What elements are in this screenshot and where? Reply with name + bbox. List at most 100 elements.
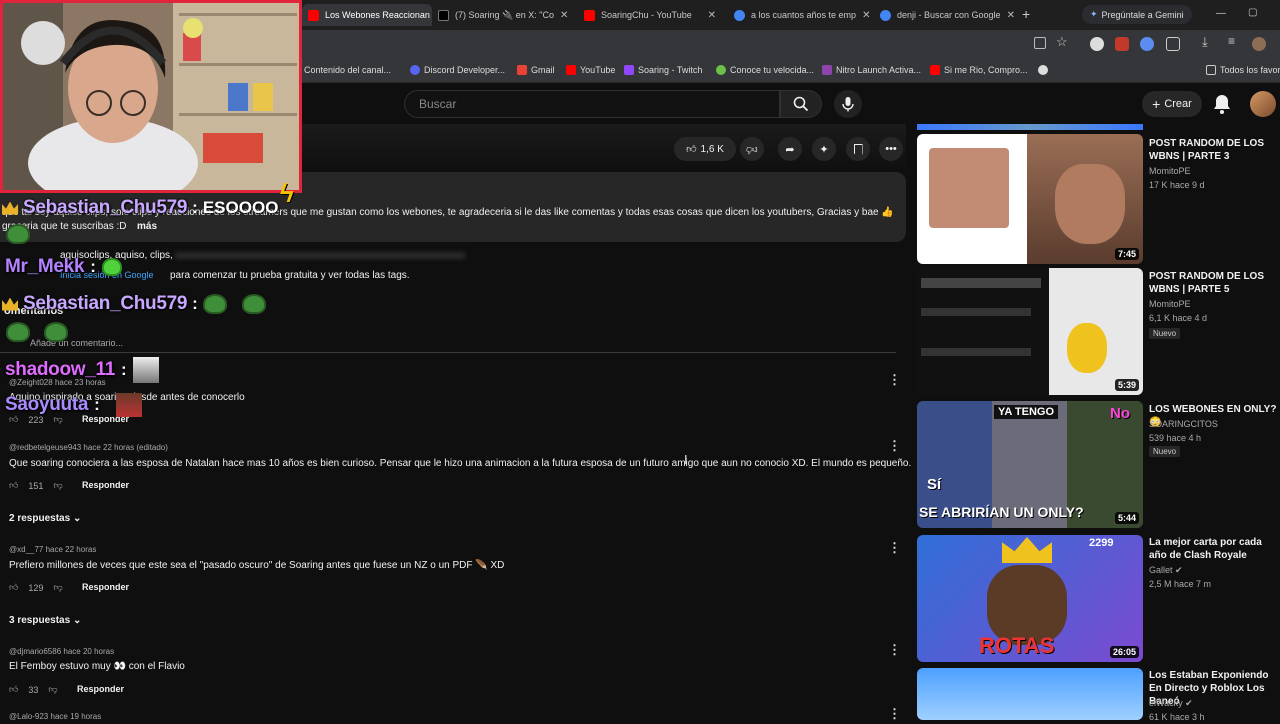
video-title[interactable]: La mejor carta por cada año de Clash Roy… [1149, 536, 1277, 562]
close-tab-icon[interactable]: ✕ [708, 10, 716, 21]
comment-text: Prefiero millones de veces que este sea … [9, 560, 505, 571]
maximize-button[interactable]: ▢ [1248, 7, 1257, 18]
comment-menu-icon[interactable]: ⋮ [888, 438, 901, 454]
channel-name[interactable]: SOARINGCITOS [1149, 418, 1218, 431]
thumbs-up-icon[interactable]: 👍︎ [9, 684, 18, 695]
video-stats: 6,1 K hace 4 d [1149, 313, 1208, 323]
bookmark-item[interactable]: Discord Developer... [410, 63, 505, 77]
bookmark-item[interactable]: Si me Rio, Compro... [930, 63, 1028, 77]
thumbs-down-icon[interactable]: 👎︎ [53, 582, 62, 593]
comment-handle[interactable]: @djmario6586 [9, 647, 61, 656]
bookmark-label: Soaring - Twitch [638, 65, 703, 75]
comment-handle[interactable]: @redbetelgeuse943 [9, 443, 81, 452]
bookmark-folder[interactable]: Todos los favori [1206, 63, 1280, 77]
bookmark-star-icon[interactable]: ☆ [1056, 34, 1068, 50]
create-button[interactable]: + Crear [1142, 91, 1202, 117]
puzzle-icon[interactable] [1166, 37, 1180, 51]
dislike-button[interactable]: 👍︎ [740, 137, 764, 161]
minimize-button[interactable]: — [1216, 8, 1226, 19]
bookmark-label: Contenido del canal... [304, 65, 392, 75]
google-icon [880, 9, 891, 21]
notifications-bell-icon[interactable] [1212, 93, 1232, 115]
thumbnail-text: SE ABRIRÍAN UN ONLY? [919, 504, 1084, 520]
close-tab-icon[interactable]: ✕ [560, 10, 568, 21]
bookmark-item[interactable]: YouTube [566, 63, 615, 77]
new-tab-button[interactable]: + [1022, 6, 1030, 22]
download-icon[interactable]: ⤓ [1202, 34, 1208, 50]
save-button[interactable] [846, 137, 870, 161]
profile-avatar[interactable] [1252, 37, 1266, 51]
video-thumbnail[interactable]: 7:45 [917, 134, 1143, 264]
channel-name[interactable]: MomitoPE [1149, 165, 1191, 178]
voice-search-button[interactable] [834, 90, 862, 118]
video-thumbnail[interactable]: YA TENGO No Sí SE ABRIRÍAN UN ONLY? 5:44 [917, 401, 1143, 528]
comment-menu-icon[interactable]: ⋮ [888, 642, 901, 658]
add-comment-input[interactable]: Añade un comentario... [30, 338, 123, 348]
chevron-down-icon: ⌄ [72, 615, 82, 626]
thumbnail-text: Sí [927, 476, 942, 493]
microphone-icon [842, 97, 854, 112]
channel-name[interactable]: MomitoPE [1149, 298, 1191, 311]
comment-author[interactable]: @djmario6586 hace 20 horas [9, 647, 114, 656]
ask-ai-button[interactable]: ✦ [812, 137, 836, 161]
video-thumbnail[interactable] [917, 668, 1143, 720]
extension-icon[interactable] [1140, 37, 1154, 51]
bookmark-icon [853, 143, 863, 155]
chat-text: ESOOOO [202, 198, 279, 217]
gemini-button[interactable]: ✦ Pregúntale a Gemini [1082, 5, 1192, 24]
channel-name[interactable]: Gallet ✔ [1149, 564, 1183, 577]
tab-soaringchu-youtube[interactable]: SoaringChu - YouTube ✕ [578, 4, 722, 26]
thumbs-down-icon[interactable]: 👎︎ [48, 684, 57, 695]
comment-handle[interactable]: @xd__77 [9, 545, 43, 554]
bookmark-item[interactable]: Nitro Launch Activa... [822, 63, 921, 77]
thumbs-up-icon[interactable]: 👍︎ [9, 582, 18, 593]
bookmark-item[interactable]: Soaring - Twitch [624, 63, 702, 77]
video-thumbnail[interactable]: 5:39 [917, 268, 1143, 395]
close-tab-icon[interactable]: ✕ [862, 10, 870, 21]
replies-label: 2 respuestas [9, 513, 71, 524]
bookmark-item[interactable] [1038, 63, 1048, 77]
reply-button[interactable]: Responder [82, 582, 129, 592]
thumbs-up-icon[interactable]: 👍︎ [9, 480, 18, 491]
video-thumbnail[interactable]: 2299 ROTAS 26:05 [917, 535, 1143, 662]
tab-google-search-1[interactable]: a los cuantos años te emp ✕ [728, 4, 870, 26]
search-button[interactable] [780, 90, 822, 118]
view-replies-button[interactable]: 2 respuestas ⌄ [9, 513, 81, 524]
video-title[interactable]: POST RANDOM DE LOS WBNS | PARTE 5 [1149, 270, 1277, 296]
account-avatar[interactable] [1250, 91, 1276, 117]
close-tab-icon[interactable]: ✕ [1007, 10, 1015, 21]
bookmark-label: Si me Rio, Compro... [944, 65, 1028, 75]
cast-icon[interactable] [1034, 37, 1046, 49]
search-input[interactable]: Buscar [404, 90, 780, 118]
comment-menu-icon[interactable]: ⋮ [888, 540, 901, 556]
show-more-link[interactable]: más [137, 221, 157, 232]
share-button[interactable]: ➦ [778, 137, 802, 161]
video-stats: 17 K hace 9 d [1149, 180, 1205, 190]
streamer-webcam-image [3, 3, 299, 190]
comment-menu-icon[interactable]: ⋮ [888, 372, 901, 388]
reply-button[interactable]: Responder [82, 480, 129, 490]
new-badge: Nuevo [1149, 446, 1181, 457]
extension-icon[interactable] [1115, 37, 1129, 51]
media-icon[interactable]: ≡ [1228, 34, 1235, 48]
tab-label: SoaringChu - YouTube [601, 10, 692, 20]
channel-name[interactable]: elWacky ✔ [1149, 697, 1193, 710]
pepe-emote-icon [44, 322, 68, 342]
tab-webones[interactable]: Los Webones Reaccionan a [302, 4, 432, 26]
tab-google-search-2[interactable]: denji - Buscar con Google ✕ [874, 4, 1018, 26]
like-button[interactable]: 👍︎ 1,6 K [674, 137, 736, 161]
thumbs-down-icon[interactable]: 👎︎ [53, 480, 62, 491]
comment-author[interactable]: @redbetelgeuse943 hace 22 horas (editado… [9, 443, 168, 452]
bookmark-item[interactable]: Gmail [517, 63, 555, 77]
view-replies-button[interactable]: 3 respuestas ⌄ [9, 615, 81, 626]
bookmark-item[interactable]: Conoce tu velocida... [716, 63, 814, 77]
video-title[interactable]: POST RANDOM DE LOS WBNS | PARTE 3 [1149, 137, 1277, 163]
extension-icon[interactable] [1090, 37, 1104, 51]
video-duration: 5:44 [1114, 512, 1139, 524]
bookmark-item[interactable]: Contenido del canal... [304, 63, 391, 77]
video-stats: 61 K hace 3 h [1149, 712, 1205, 722]
comment-author[interactable]: @xd__77 hace 22 horas [9, 545, 96, 554]
reply-button[interactable]: Responder [77, 684, 124, 694]
tab-x-soaring[interactable]: (7) Soaring 🔌 en X: "Co ✕ [432, 4, 572, 26]
more-actions-button[interactable]: ••• [879, 137, 903, 161]
